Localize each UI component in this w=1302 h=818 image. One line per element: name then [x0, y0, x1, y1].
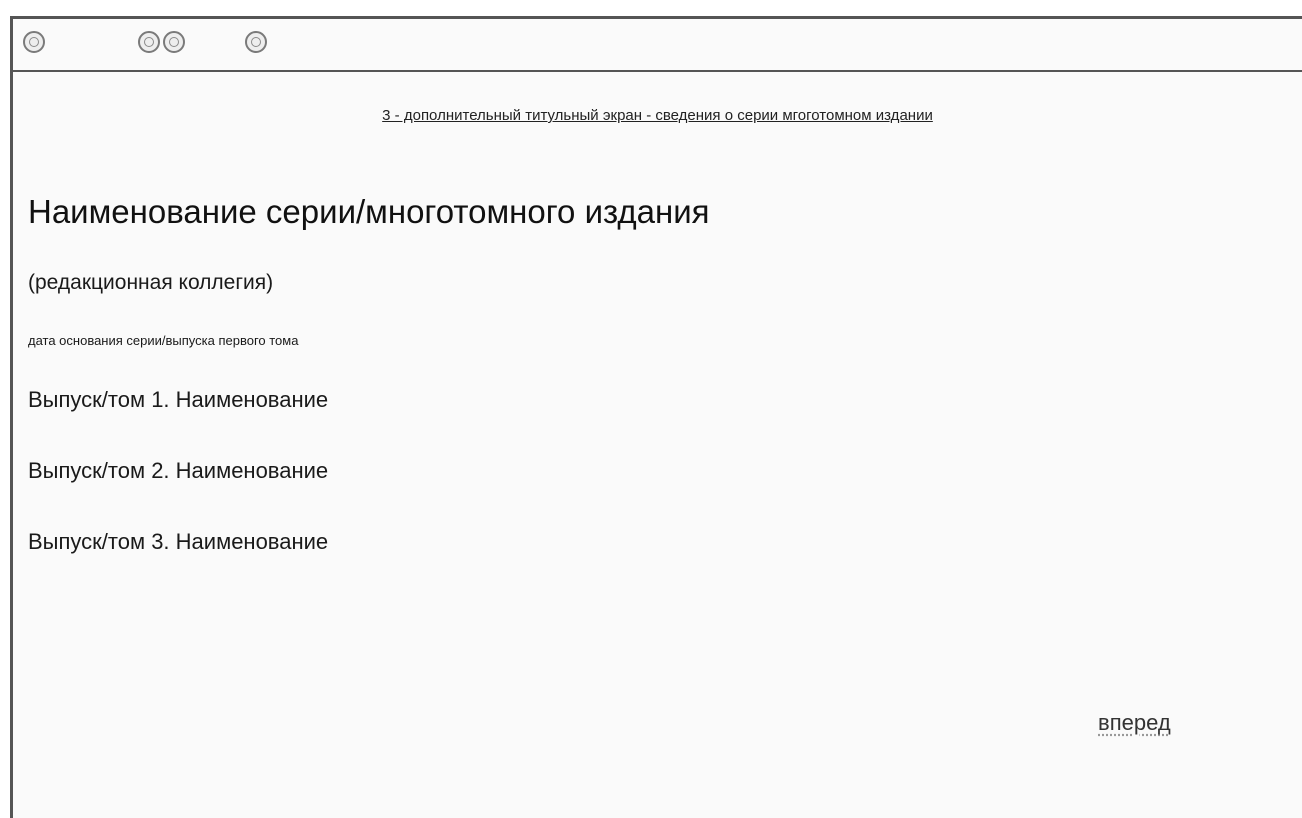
screen-caption: 3 - дополнительный титульный экран - све…: [382, 107, 933, 124]
forward-link[interactable]: вперед: [1098, 710, 1171, 736]
toolbar-button-4-icon[interactable]: [245, 31, 267, 53]
volume-item-2[interactable]: Выпуск/том 2. Наименование: [28, 458, 328, 484]
toolbar-button-3-icon[interactable]: [163, 31, 185, 53]
volume-item-3[interactable]: Выпуск/том 3. Наименование: [28, 529, 328, 555]
toolbar-button-2-icon[interactable]: [138, 31, 160, 53]
app-window: 3 - дополнительный титульный экран - све…: [10, 16, 1302, 818]
volume-item-1[interactable]: Выпуск/том 1. Наименование: [28, 387, 328, 413]
founding-date-line: дата основания серии/выпуска первого том…: [28, 333, 299, 348]
series-title: Наименование серии/многотомного издания: [28, 193, 710, 230]
editorial-board: (редакционная коллегия): [28, 271, 274, 294]
toolbar-button-1-icon[interactable]: [23, 31, 45, 53]
toolbar: [13, 19, 1302, 72]
